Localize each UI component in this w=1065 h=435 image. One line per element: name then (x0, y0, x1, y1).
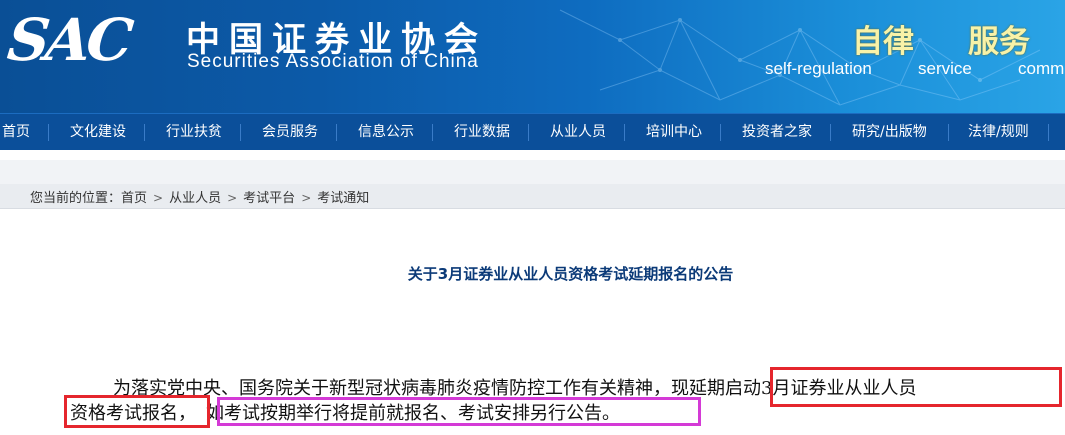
highlight-box-magenta (217, 397, 701, 426)
nav-item-poverty-relief[interactable]: 行业扶贫 (166, 114, 222, 151)
site-header: SAC 中国证券业协会 Securities Association of Ch… (0, 0, 1065, 113)
motto-en-comm: comm (1018, 59, 1065, 78)
nav-divider (1048, 124, 1049, 141)
nav-item-research[interactable]: 研究/出版物 (852, 114, 927, 151)
nav-divider (432, 124, 433, 141)
highlight-box-red (64, 395, 210, 428)
sub-band (0, 160, 1065, 184)
nav-divider (240, 124, 241, 141)
motto-en-self-regulation: self-regulation (765, 59, 872, 78)
nav-divider (830, 124, 831, 141)
nav-divider (624, 124, 625, 141)
highlight-box-red (770, 367, 1062, 407)
article-title: 关于3月证券业从业人员资格考试延期报名的公告 (407, 265, 734, 283)
nav-divider (528, 124, 529, 141)
breadcrumb-exam-platform[interactable]: 考试平台 (243, 191, 295, 206)
nav-divider (336, 124, 337, 141)
chevron-right-icon: > (227, 191, 238, 205)
breadcrumb-home[interactable]: 首页 (121, 191, 147, 206)
nav-item-culture[interactable]: 文化建设 (70, 114, 126, 151)
nav-divider (144, 124, 145, 141)
nav-item-law[interactable]: 法律/规则 (968, 114, 1029, 151)
nav-item-member-services[interactable]: 会员服务 (262, 114, 318, 151)
motto-self-regulation: 自律 (852, 24, 914, 60)
chevron-right-icon: > (301, 191, 312, 205)
motto-service: 服务 (968, 24, 1030, 60)
nav-item-disclosure[interactable]: 信息公示 (358, 114, 414, 151)
breadcrumb-exam-notice[interactable]: 考试通知 (317, 191, 369, 206)
nav-item-training[interactable]: 培训中心 (646, 114, 702, 151)
site-name-en: Securities Association of China (187, 51, 479, 72)
breadcrumb: 您当前的位置：首页 > 从业人员 > 考试平台 > 考试通知 (30, 187, 369, 206)
main-nav: 首页 文化建设 行业扶贫 会员服务 信息公示 行业数据 从业人员 培训中心 投资… (0, 113, 1065, 151)
nav-item-practitioners[interactable]: 从业人员 (550, 114, 606, 151)
breadcrumb-prefix: 您当前的位置： (30, 191, 122, 206)
nav-divider (948, 124, 949, 141)
breadcrumb-practitioners[interactable]: 从业人员 (169, 191, 221, 206)
nav-divider (720, 124, 721, 141)
article-title-row: 关于3月证券业从业人员资格考试延期报名的公告 (0, 263, 1065, 284)
motto-en-service: service (918, 59, 972, 78)
chevron-right-icon: > (153, 191, 164, 205)
nav-item-home[interactable]: 首页 (2, 114, 30, 151)
spacer (0, 150, 1065, 160)
nav-divider (48, 124, 49, 141)
nav-item-industry-data[interactable]: 行业数据 (454, 114, 510, 151)
nav-item-investors[interactable]: 投资者之家 (742, 114, 812, 151)
sac-logo[interactable]: SAC (4, 6, 132, 74)
